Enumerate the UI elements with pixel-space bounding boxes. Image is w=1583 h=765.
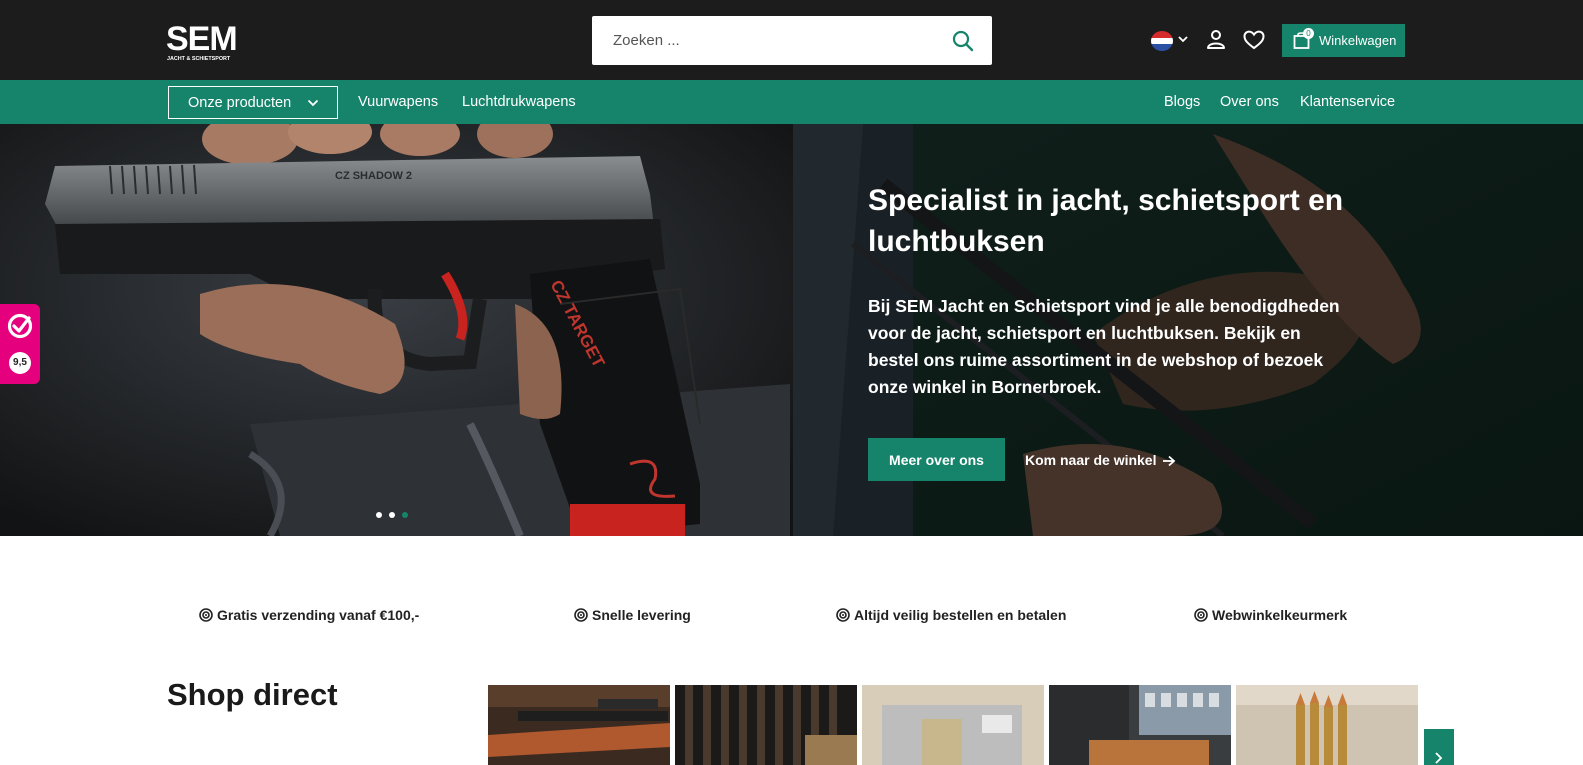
heart-icon[interactable]: [1243, 30, 1265, 50]
usp-label: Gratis verzending vanaf €100,-: [217, 607, 420, 623]
usp-label: Snelle levering: [592, 607, 691, 623]
cart-button[interactable]: 0 Winkelwagen: [1282, 24, 1405, 57]
kom-naar-de-winkel-link[interactable]: Kom naar de winkel: [1025, 452, 1176, 468]
review-score: 9,5: [9, 352, 31, 374]
category-tile-rifles[interactable]: [488, 685, 670, 765]
slider-dot-2[interactable]: [389, 512, 395, 518]
usp-gratis-verzending: Gratis verzending vanaf €100,-: [199, 607, 419, 623]
target-icon: [199, 608, 213, 622]
cart-label: Winkelwagen: [1319, 33, 1397, 48]
rifle-rack-photo: [488, 685, 670, 765]
hero-title: Specialist in jacht, schietsport en luch…: [868, 184, 1344, 258]
store-photo: [1049, 685, 1231, 765]
logo-text: SEM: [166, 20, 237, 58]
kom-naar-de-winkel-label: Kom naar de winkel: [1025, 452, 1157, 468]
chevron-right-icon: [1435, 752, 1443, 764]
flag-nl-icon[interactable]: [1151, 31, 1173, 51]
nav-link-blogs[interactable]: Blogs: [1164, 94, 1200, 110]
gun-rack-photo: [675, 685, 857, 765]
slider-dot-1[interactable]: [376, 512, 382, 518]
target-icon: [1194, 608, 1208, 622]
accessories-photo: [862, 685, 1044, 765]
usp-label: Altijd veilig bestellen en betalen: [854, 607, 1067, 623]
products-dropdown-label: Onze producten: [188, 94, 292, 111]
usp-snelle-levering: Snelle levering: [574, 607, 691, 623]
search-bar: [592, 16, 992, 65]
cart-count-badge: 0: [1303, 28, 1314, 39]
nav-link-luchtdrukwapens[interactable]: Luchtdrukwapens: [462, 94, 576, 110]
shop-direct-title: Shop direct: [167, 677, 338, 712]
chevron-down-icon[interactable]: [1177, 33, 1189, 45]
meer-over-ons-label: Meer over ons: [889, 451, 984, 468]
ammunition-photo: [1236, 685, 1418, 765]
products-dropdown[interactable]: Onze producten: [168, 86, 338, 119]
usp-label: Webwinkelkeurmerk: [1212, 607, 1348, 623]
top-bar: SEM JACHT & SCHIETSPORT 0 Winkelwagen: [0, 0, 1583, 80]
chevron-down-icon: [307, 99, 319, 107]
category-tile-gun-rack[interactable]: [675, 685, 857, 765]
search-icon[interactable]: [952, 30, 974, 52]
kiyoh-logo-icon: [7, 313, 33, 339]
target-icon: [574, 608, 588, 622]
hero-text: Bij SEM Jacht en Schietsport vind je all…: [868, 296, 1340, 397]
search-input[interactable]: [592, 16, 932, 65]
target-icon: [836, 608, 850, 622]
logo-subtext: JACHT & SCHIETSPORT: [167, 56, 231, 62]
pistol-photo: CZ TARGET CZ SHADOW 2: [0, 124, 793, 536]
arrow-right-icon: [1163, 455, 1176, 467]
nav-link-over-ons[interactable]: Over ons: [1220, 94, 1279, 110]
usp-veilig-bestellen: Altijd veilig bestellen en betalen: [836, 607, 1066, 623]
review-badge[interactable]: 9,5: [0, 304, 40, 384]
main-navigation: Onze producten Vuurwapens Luchtdrukwapen…: [0, 80, 1583, 124]
meer-over-ons-button[interactable]: Meer over ons: [868, 438, 1005, 481]
sem-logo[interactable]: SEM JACHT & SCHIETSPORT: [166, 20, 258, 62]
hero-image-pistol: CZ TARGET CZ SHADOW 2: [0, 124, 793, 536]
carousel-next-button[interactable]: [1424, 729, 1454, 765]
slider-dot-3-active[interactable]: [402, 512, 408, 518]
nav-link-klantenservice[interactable]: Klantenservice: [1300, 94, 1395, 110]
category-tile-accessories[interactable]: [862, 685, 1044, 765]
slide-engraving: CZ SHADOW 2: [335, 170, 412, 182]
category-tile-store[interactable]: [1049, 685, 1231, 765]
user-icon[interactable]: [1206, 29, 1226, 50]
category-tile-ammunition[interactable]: [1236, 685, 1418, 765]
usp-webwinkelkeurmerk: Webwinkelkeurmerk: [1194, 607, 1347, 623]
nav-link-vuurwapens[interactable]: Vuurwapens: [358, 94, 438, 110]
